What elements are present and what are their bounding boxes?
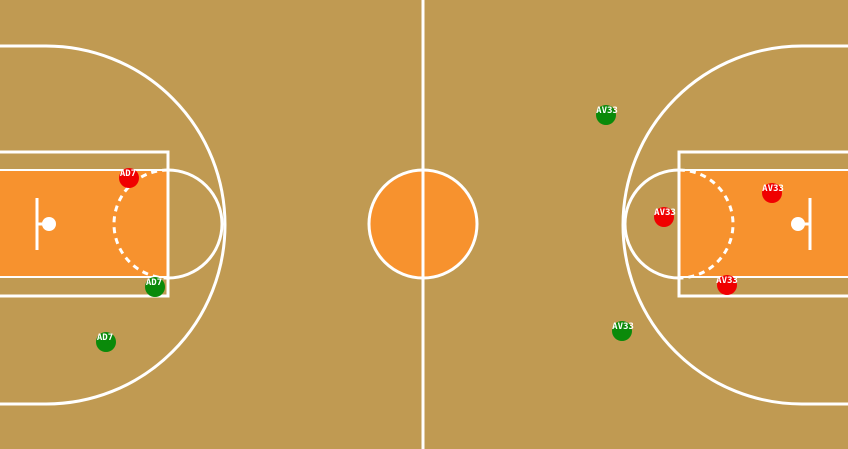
player-label: AV33: [716, 276, 738, 286]
left-rim: [42, 217, 56, 231]
left-paint: [0, 170, 168, 277]
player-marker[interactable]: AD7: [119, 168, 139, 188]
player-label: AD7: [120, 169, 136, 179]
basketball-court: AD7 AD7 AD7 AV33 AV33 AV33 AV33 AV33: [0, 0, 848, 449]
player-marker[interactable]: AD7: [145, 277, 165, 297]
player-label: AV33: [612, 322, 634, 332]
player-label: AV33: [596, 106, 618, 116]
player-marker[interactable]: AD7: [96, 332, 116, 352]
player-label: AV33: [762, 184, 784, 194]
player-label: AD7: [97, 333, 113, 343]
player-label: AV33: [654, 208, 676, 218]
right-rim: [791, 217, 805, 231]
player-label: AD7: [146, 278, 162, 288]
